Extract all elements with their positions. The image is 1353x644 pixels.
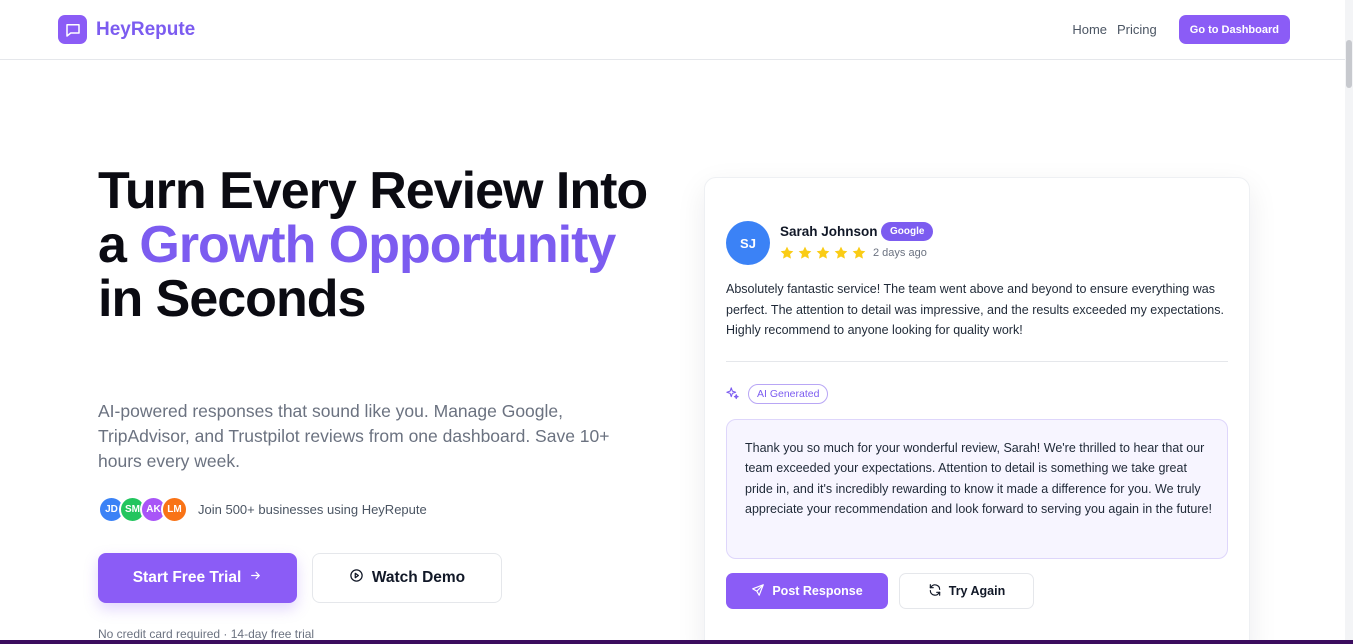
- ai-generated-badge: AI Generated: [748, 384, 829, 404]
- hero-title-highlight: Growth Opportunity: [139, 216, 616, 274]
- ai-response-text: Thank you so much for your wonderful rev…: [745, 441, 1212, 516]
- site-header: HeyRepute Home Pricing Go to Dashboard: [0, 0, 1353, 60]
- chat-bubble-icon: [58, 15, 87, 44]
- arrow-right-icon: [249, 569, 262, 587]
- source-badge: Google: [881, 222, 934, 241]
- scrollbar-thumb[interactable]: [1346, 40, 1352, 88]
- divider: [726, 361, 1228, 362]
- scrollbar[interactable]: [1345, 0, 1353, 644]
- star-icon: [780, 246, 794, 259]
- bottom-edge: [0, 640, 1353, 644]
- brand-name: HeyRepute: [96, 18, 196, 40]
- avatar: SJ: [726, 221, 770, 265]
- ai-response-box[interactable]: Thank you so much for your wonderful rev…: [726, 419, 1228, 559]
- start-free-trial-label: Start Free Trial: [132, 569, 242, 586]
- hero-subtitle: AI-powered responses that sound like you…: [98, 401, 610, 471]
- try-again-label: Try Again: [948, 584, 1006, 598]
- hero-title: Turn Every Review Into a Growth Opportun…: [98, 164, 658, 326]
- review-text: Absolutely fantastic service! The team w…: [726, 282, 1224, 337]
- watch-demo-label: Watch Demo: [371, 569, 466, 586]
- sparkles-icon: [725, 386, 740, 406]
- refresh-icon: [928, 583, 942, 600]
- review-card: SJ Sarah Johnson Google 2 days ago Absol…: [704, 177, 1250, 644]
- star-icon: [816, 246, 830, 259]
- try-again-button[interactable]: Try Again: [899, 573, 1034, 609]
- avatar: LM: [161, 496, 188, 523]
- star-rating: [779, 245, 867, 261]
- nav-home[interactable]: Home: [1072, 22, 1107, 37]
- start-free-trial-button[interactable]: Start Free Trial: [98, 553, 297, 603]
- play-circle-icon: [349, 568, 364, 588]
- fineprint: No credit card required · 14-day free tr…: [98, 627, 315, 641]
- top-nav: Home Pricing Go to Dashboard: [1072, 15, 1290, 44]
- review-timestamp: 2 days ago: [873, 247, 927, 259]
- nav-pricing[interactable]: Pricing: [1117, 22, 1157, 37]
- reviewer-name: Sarah Johnson: [780, 224, 878, 239]
- brand-logo[interactable]: HeyRepute: [58, 15, 195, 44]
- social-proof: JD SM AK LM Join 500+ businesses using H…: [98, 496, 427, 523]
- go-to-dashboard-button[interactable]: Go to Dashboard: [1178, 15, 1290, 44]
- post-response-button[interactable]: Post Response: [726, 573, 888, 609]
- star-icon: [834, 246, 848, 259]
- avatar-stack: JD SM AK LM: [98, 496, 188, 523]
- post-response-label: Post Response: [772, 584, 863, 598]
- star-icon: [852, 246, 866, 259]
- social-proof-text: Join 500+ businesses using HeyRepute: [198, 502, 427, 517]
- hero-title-part-3: in Seconds: [98, 270, 366, 328]
- send-icon: [751, 583, 765, 600]
- star-icon: [798, 246, 812, 259]
- watch-demo-button[interactable]: Watch Demo: [312, 553, 502, 603]
